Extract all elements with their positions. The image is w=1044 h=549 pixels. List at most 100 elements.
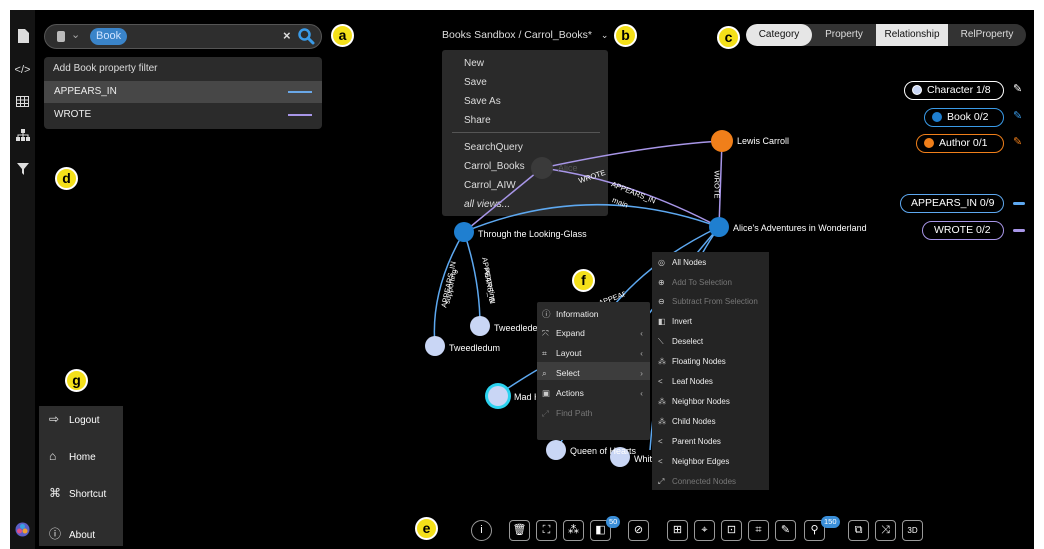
submenu-add-to-selection[interactable]: ⊕ Add To Selection — [658, 278, 732, 287]
ctx-item-select[interactable]: ⌕ Select › — [542, 368, 647, 379]
submenu-label: Neighbor Edges — [672, 457, 730, 466]
center-button[interactable]: ⌖ — [694, 520, 715, 541]
floating-nodes-icon: ⁂ — [658, 357, 666, 366]
menu-label: Logout — [69, 415, 100, 426]
graph-canvas[interactable]: </> ⌄ Book × Add Book property filter AP… — [10, 10, 1034, 549]
select-icon: ⌕ — [542, 368, 547, 378]
layout-button[interactable]: ⁂ — [563, 520, 584, 541]
submenu-parent-nodes[interactable]: < Parent Nodes — [658, 437, 721, 446]
select-all-icon: ⊞ — [672, 524, 683, 536]
chevron-right-icon: › — [640, 368, 643, 378]
plus-circle-icon: ⊕ — [658, 278, 665, 287]
invert-icon: ◧ — [595, 524, 606, 536]
toggle-3d-button[interactable]: 3D — [902, 520, 923, 541]
graph-view[interactable] — [10, 10, 1034, 549]
ctx-item-expand[interactable]: ⤧ Expand ‹ — [542, 328, 647, 339]
edge-appears-in[interactable] — [463, 231, 481, 327]
ctx-item-label: Select — [556, 368, 580, 378]
graph-node[interactable] — [546, 440, 566, 460]
edge-wrote[interactable] — [463, 167, 543, 233]
select-submenu: ◎ All Nodes ⊕ Add To Selection ⊖ Subtract F… — [652, 252, 769, 490]
ctx-item-actions[interactable]: ▣ Actions ‹ — [542, 388, 647, 399]
pin-icon: ⚲ — [810, 524, 819, 536]
node-context-menu: ⓘ Information ⤧ Expand ‹ ⌗ Layout ‹ ⌕ Select › … — [537, 302, 650, 440]
crop-icon: ⌗ — [755, 524, 762, 536]
annotation-c: c — [717, 26, 740, 49]
node-label: Lewis Carroll — [737, 136, 790, 146]
fullscreen-icon: ⛶ — [542, 524, 551, 536]
annotation-a: a — [331, 24, 354, 47]
edge-label: WROTE — [712, 170, 722, 199]
submenu-label: Floating Nodes — [672, 357, 726, 366]
ctx-item-find-path[interactable]: ⤢ Find Path — [542, 408, 647, 419]
ctx-item-information[interactable]: ⓘ Information — [542, 308, 647, 320]
layout-icon: ⌗ — [542, 348, 547, 358]
hide-button[interactable]: ⊘ — [628, 520, 649, 541]
submenu-neighbor-nodes[interactable]: ⁂ Neighbor Nodes — [658, 397, 730, 406]
submenu-floating-nodes[interactable]: ⁂ Floating Nodes — [658, 357, 726, 366]
annotation-f: f — [572, 269, 595, 292]
export-button[interactable]: ⧉ — [848, 520, 869, 541]
user-menu: ⇨ Logout ⌂ Home ⌘ Shortcut ⓘ About — [39, 406, 123, 546]
parent-nodes-icon: < — [658, 437, 663, 446]
submenu-child-nodes[interactable]: ⁂ Child Nodes — [658, 417, 716, 426]
style-button[interactable]: ✎ — [775, 520, 796, 541]
graph-node[interactable] — [470, 316, 490, 336]
trash-icon: 🗑 — [512, 524, 527, 536]
menu-label: Shortcut — [69, 489, 107, 500]
submenu-label: Connected Nodes — [672, 477, 737, 486]
neighbor-edges-icon: < — [658, 457, 663, 466]
submenu-all-nodes[interactable]: ◎ All Nodes — [658, 258, 706, 267]
node-label: White Rabbit — [634, 454, 652, 464]
submenu-label: Child Nodes — [672, 417, 716, 426]
fit-screen-button[interactable]: ⛶ — [536, 520, 557, 541]
crop-button[interactable]: ⌗ — [748, 520, 769, 541]
zoom-selection-button[interactable]: ⊡ — [721, 520, 742, 541]
invert-icon: ◧ — [658, 317, 666, 326]
chevron-left-icon: ‹ — [640, 348, 643, 358]
info-button[interactable]: i — [471, 520, 492, 541]
home-icon: ⌂ — [49, 449, 57, 463]
submenu-neighbor-edges[interactable]: < Neighbor Edges — [658, 457, 729, 466]
submenu-deselect[interactable]: ⟍ Deselect — [658, 337, 703, 347]
submenu-label: Parent Nodes — [672, 437, 721, 446]
annotation-g: g — [65, 369, 88, 392]
submenu-label: All Nodes — [672, 258, 707, 267]
graph-node[interactable] — [711, 130, 733, 152]
ctx-item-label: Actions — [556, 388, 584, 398]
node-label: Through the Looking-Glass — [478, 229, 587, 239]
annotation-d: d — [55, 167, 78, 190]
annotation-b: b — [614, 24, 637, 47]
shuffle-button[interactable]: ⤨ — [875, 520, 896, 541]
submenu-label: Invert — [672, 317, 693, 326]
delete-button[interactable]: 🗑 — [509, 520, 530, 541]
menu-item-shortcut[interactable]: ⌘ Shortcut — [49, 486, 106, 500]
menu-label: Home — [69, 452, 96, 463]
node-label: Alice — [558, 163, 578, 173]
connected-nodes-icon: ⤢ — [658, 477, 665, 486]
graph-node[interactable] — [488, 386, 508, 406]
logout-icon: ⇨ — [49, 412, 60, 426]
submenu-label: Leaf Nodes — [672, 377, 713, 386]
select-all-button[interactable]: ⊞ — [667, 520, 688, 541]
menu-item-logout[interactable]: ⇨ Logout — [49, 412, 100, 426]
chevron-left-icon: ‹ — [640, 328, 643, 338]
menu-item-home[interactable]: ⌂ Home — [49, 449, 96, 463]
graph-node[interactable] — [531, 157, 553, 179]
neighbor-nodes-icon: ⁂ — [658, 397, 666, 406]
submenu-connected-nodes[interactable]: ⤢ Connected Nodes — [658, 477, 736, 487]
submenu-invert[interactable]: ◧ Invert — [658, 317, 692, 326]
graph-node[interactable] — [709, 217, 729, 237]
export-icon: ⧉ — [854, 524, 863, 536]
shortcut-icon: ⌘ — [49, 486, 61, 500]
submenu-subtract-from-selection[interactable]: ⊖ Subtract From Selection — [658, 297, 758, 306]
graph-node[interactable] — [425, 336, 445, 356]
ctx-item-layout[interactable]: ⌗ Layout ‹ — [542, 348, 647, 359]
graph-node[interactable] — [454, 222, 474, 242]
submenu-label: Deselect — [672, 337, 704, 346]
submenu-leaf-nodes[interactable]: < Leaf Nodes — [658, 377, 713, 386]
expand-icon: ⤧ — [542, 328, 549, 338]
info-icon: ⓘ — [542, 309, 551, 319]
menu-item-about[interactable]: ⓘ About — [49, 525, 95, 542]
submenu-label: Subtract From Selection — [672, 297, 758, 306]
